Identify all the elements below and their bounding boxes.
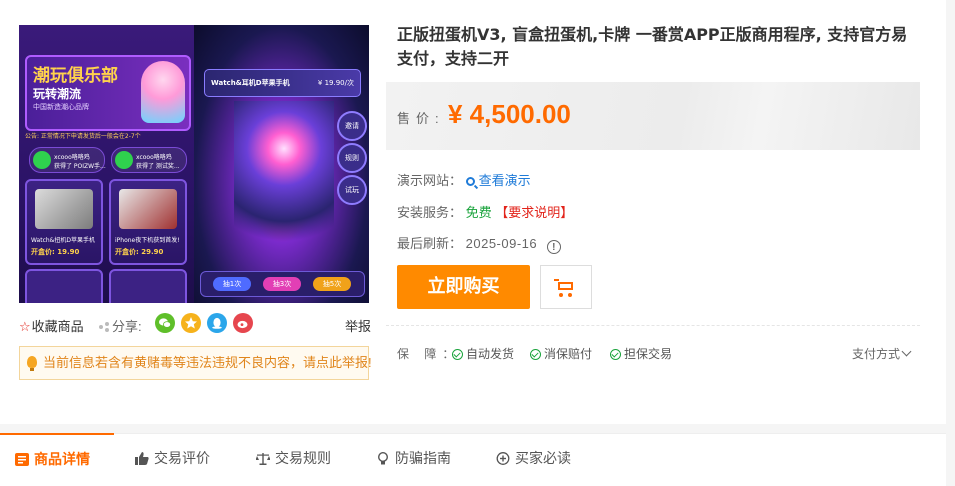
guarantee-item: 担保交易 — [610, 345, 672, 362]
tab-anti-fraud-guide[interactable]: 防骗指南 — [376, 434, 451, 482]
share-label: 分享: — [99, 316, 142, 335]
thumbs-up-icon — [135, 436, 149, 465]
share-icon — [99, 322, 109, 332]
robot-figure — [234, 101, 334, 271]
divider — [386, 325, 920, 326]
payment-method-dropdown[interactable]: 支付方式 — [852, 345, 912, 362]
product-card: 潮玩俱乐部 玩转潮流 中国新造潮心品牌 公告: 正常情况下申请发货后一般会在2-… — [0, 0, 946, 424]
product-image[interactable]: 潮玩俱乐部 玩转潮流 中国新造潮心品牌 公告: 正常情况下申请发货后一般会在2-… — [19, 25, 369, 303]
check-icon — [530, 349, 541, 360]
doll-figure — [141, 61, 185, 123]
add-to-cart-button[interactable] — [540, 265, 592, 309]
guarantee-row: 保 障： — [397, 347, 461, 361]
install-row: 安装服务： 免费 【要求说明】 — [397, 205, 574, 220]
qq-share-icon[interactable] — [207, 313, 227, 333]
guarantee-item: 自动发货 — [452, 345, 514, 362]
plus-circle-icon — [496, 436, 510, 465]
product-title: 正版扭蛋机V3, 盲盒扭蛋机,卡牌 一番赏APP正版商用程序, 支持官方易支付，… — [397, 25, 908, 68]
chevron-down-icon — [901, 346, 912, 357]
favorite-button[interactable]: ☆收藏商品 — [19, 316, 84, 335]
weibo-share-icon[interactable] — [233, 313, 253, 333]
lightbulb-icon — [27, 356, 37, 371]
tab-product-details[interactable]: 商品详情 — [0, 433, 114, 481]
report-warning[interactable]: 当前信息若含有黄赌毒等违法违规不良内容，请点此举报! — [19, 346, 372, 380]
check-icon — [452, 349, 463, 360]
document-icon — [15, 437, 29, 466]
bulb-icon — [376, 436, 390, 465]
image-banner: 潮玩俱乐部 玩转潮流 中国新造潮心品牌 — [25, 55, 191, 131]
tab-buyer-notice[interactable]: 买家必读 — [496, 434, 571, 482]
refresh-row: 最后刷新： 2025-09-16 ! — [397, 233, 561, 254]
price-box: 售价: ¥ 4,500.00 — [386, 82, 920, 150]
search-icon — [465, 177, 475, 186]
demo-link[interactable]: 查看演示 — [465, 173, 531, 188]
tab-trade-rules[interactable]: 交易规则 — [255, 434, 331, 482]
wechat-share-icon[interactable] — [155, 313, 175, 333]
report-link[interactable]: 举报 — [345, 316, 371, 335]
star-icon: ☆ — [19, 319, 31, 334]
install-requirements-link[interactable]: 【要求说明】 — [495, 205, 573, 220]
info-icon[interactable]: ! — [546, 240, 561, 254]
tab-reviews[interactable]: 交易评价 — [135, 434, 210, 482]
price-label: 售价: — [397, 111, 445, 126]
demo-row: 演示网站： 查看演示 — [397, 173, 531, 188]
check-icon — [610, 349, 621, 360]
guarantee-item: 消保赔付 — [530, 345, 592, 362]
qzone-share-icon[interactable] — [181, 313, 201, 333]
detail-tabs: 商品详情 交易评价 交易规则 防骗指南 买家必读 — [0, 433, 946, 486]
scale-icon — [255, 436, 271, 465]
price-value: ¥ 4,500.00 — [448, 99, 571, 129]
buy-now-button[interactable]: 立即购买 — [397, 265, 530, 309]
